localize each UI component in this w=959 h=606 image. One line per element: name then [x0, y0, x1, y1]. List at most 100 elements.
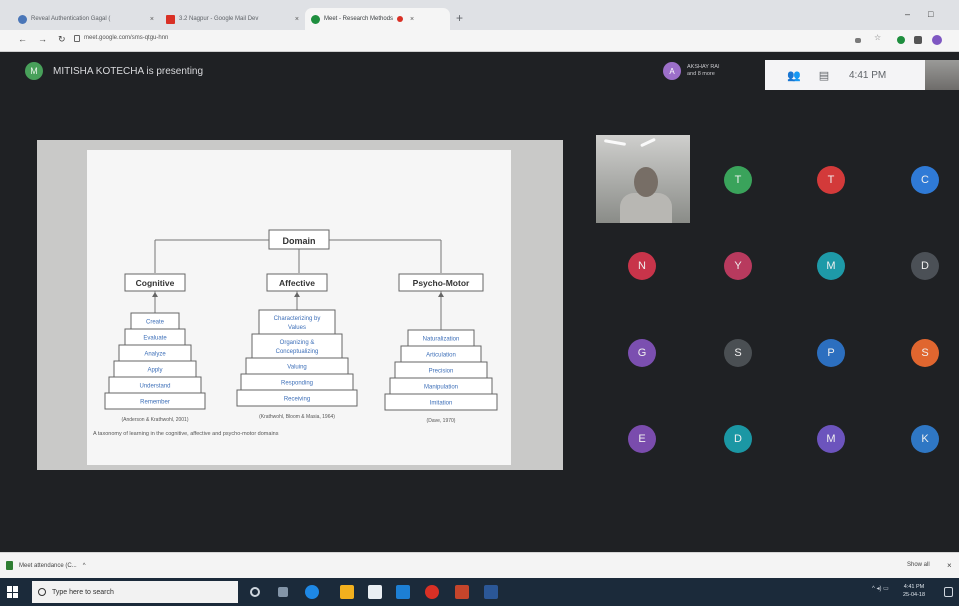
presenter-avatar: M [25, 62, 43, 80]
participant-avatar[interactable]: S [724, 339, 752, 367]
new-tab-button[interactable]: + [456, 11, 463, 25]
citation: (Anderson & Krathwohl, 2001) [122, 417, 189, 423]
self-view-thumbnail[interactable] [925, 60, 959, 90]
windows-start-icon[interactable] [7, 586, 19, 598]
word-icon[interactable] [484, 585, 498, 599]
taskbar-clock[interactable]: 4:41 PM 25-04-18 [903, 583, 925, 599]
url-field[interactable]: meet.google.com/sms-qtgu-hnn [84, 35, 168, 41]
tab-title: 3.2 Nagpur - Google Mail Dev [179, 16, 259, 22]
profile-avatar[interactable] [932, 35, 942, 45]
presentation-chip[interactable]: A AKSHAY RAI and 8 more [663, 62, 720, 80]
store-icon[interactable] [368, 585, 382, 599]
extension-icon[interactable] [897, 36, 905, 44]
pyramid-level-label: Organizing & [280, 340, 315, 346]
participant-head [634, 167, 658, 197]
pyramid-level-label: Characterizing by [274, 316, 321, 322]
close-tab-icon[interactable]: × [150, 16, 154, 23]
puzzle-icon[interactable] [914, 36, 922, 44]
meet-top-bar: 👥 ▤ 4:41 PM [765, 60, 959, 90]
clock-time: 4:41 PM [903, 584, 925, 590]
participant-avatar[interactable]: M [817, 425, 845, 453]
pyramid-level-label: Evaluate [143, 336, 167, 342]
domain-label: Domain [282, 236, 315, 246]
chat-icon[interactable]: ▤ [809, 69, 839, 82]
pyramid-level-label: Understand [139, 384, 170, 390]
back-icon[interactable]: ← [18, 34, 27, 44]
arrow-head-icon [152, 292, 158, 297]
file-explorer-icon[interactable] [340, 585, 354, 599]
download-filename: Meet attendance (C... [19, 562, 77, 569]
pyramid-level-label-line2: Values [288, 325, 306, 331]
pyramid-level-label: Articulation [426, 353, 456, 359]
download-item[interactable]: Meet attendance (C... ^ [6, 561, 86, 570]
participant-avatar[interactable]: D [911, 252, 939, 280]
participant-avatar[interactable]: C [911, 166, 939, 194]
pyramid-level-label: Create [146, 320, 165, 326]
browser-tab-strip: Reveal Authentication Gagal ( × 3.2 Nagp… [0, 0, 959, 30]
pyramid-level-label: Analyze [144, 352, 166, 358]
presentation-area: Domain Cognitive Create Evaluate Analyze Appl… [37, 140, 563, 470]
maximize-button[interactable]: □ [928, 9, 933, 19]
participant-avatar[interactable]: K [911, 425, 939, 453]
participant-avatar[interactable]: N [628, 252, 656, 280]
excel-file-icon [6, 561, 13, 570]
participant-avatar[interactable]: Y [724, 252, 752, 280]
column-title: Cognitive [136, 278, 175, 288]
close-tab-icon[interactable]: × [295, 16, 299, 23]
pyramid-level-label: Precision [429, 369, 454, 375]
powerpoint-icon[interactable] [455, 585, 469, 599]
notifications-icon[interactable] [944, 587, 953, 597]
close-download-bar-icon[interactable]: × [947, 561, 952, 570]
star-icon[interactable]: ☆ [874, 33, 882, 42]
search-placeholder: Type here to search [52, 588, 114, 596]
participant-avatar[interactable]: P [817, 339, 845, 367]
show-all-button[interactable]: Show all [907, 562, 930, 568]
task-view-icon[interactable] [278, 587, 288, 597]
pyramid-level-label: Imitation [430, 401, 453, 407]
tab-favicon-icon [18, 14, 27, 24]
chevron-up-icon[interactable]: ^ [83, 563, 86, 569]
column-title: Affective [279, 278, 315, 288]
participant-avatar[interactable]: D [724, 425, 752, 453]
participant-body [620, 193, 672, 223]
column-title: Psycho-Motor [413, 278, 470, 288]
citation: (Dave, 1970) [427, 418, 456, 424]
minimize-button[interactable]: – [905, 9, 910, 19]
pyramid-level-label: Naturalization [423, 337, 460, 343]
citation: (Krathwohl, Bloom & Masia, 1964) [259, 414, 335, 420]
presenter-banner: M MITISHA KOTECHA is presenting [25, 62, 203, 80]
camera-icon[interactable] [855, 38, 861, 43]
ceiling-light [603, 139, 627, 146]
pyramid-level-label: Manipulation [424, 385, 458, 391]
taskbar-search-input[interactable]: Type here to search [32, 581, 238, 603]
windows-taskbar: Type here to search ^ ◂) ▭ 4:41 PM 25-04… [0, 578, 959, 606]
participant-avatar[interactable]: G [628, 339, 656, 367]
download-bar: Meet attendance (C... ^ Show all × [0, 552, 959, 578]
meeting-time: 4:41 PM [849, 69, 887, 81]
participant-video-tile[interactable] [596, 135, 690, 223]
people-icon[interactable]: 👥 [779, 69, 809, 82]
ceiling-light [640, 137, 656, 148]
pyramid-level-label: Remember [140, 400, 170, 406]
reload-icon[interactable]: ↻ [58, 34, 66, 45]
chip-line-1: AKSHAY RAI [687, 64, 720, 70]
mail-icon[interactable] [396, 585, 410, 599]
forward-icon[interactable]: → [38, 34, 47, 44]
browser-tab-2[interactable]: 3.2 Nagpur - Google Mail Dev × [160, 8, 305, 30]
meet-stage: M MITISHA KOTECHA is presenting A AKSHAY… [0, 52, 959, 552]
chrome-icon[interactable] [425, 585, 439, 599]
participant-avatar[interactable]: S [911, 339, 939, 367]
participant-avatar[interactable]: T [724, 166, 752, 194]
system-tray-icons[interactable]: ^ ◂) ▭ [872, 585, 889, 592]
tab-title: Reveal Authentication Gagal ( [31, 16, 111, 22]
edge-icon[interactable] [305, 585, 319, 599]
pyramid-level-label-line2: Conceptualizing [276, 349, 319, 355]
participant-avatar[interactable]: M [817, 252, 845, 280]
close-tab-icon[interactable]: × [410, 16, 414, 23]
participant-avatar[interactable]: T [817, 166, 845, 194]
tab-title: Meet - Research Methods [324, 16, 394, 22]
participant-avatar[interactable]: E [628, 425, 656, 453]
cortana-icon[interactable] [250, 587, 260, 597]
browser-tab-meet[interactable]: Meet - Research Methods × [305, 8, 450, 30]
browser-tab-1[interactable]: Reveal Authentication Gagal ( × [12, 8, 160, 30]
